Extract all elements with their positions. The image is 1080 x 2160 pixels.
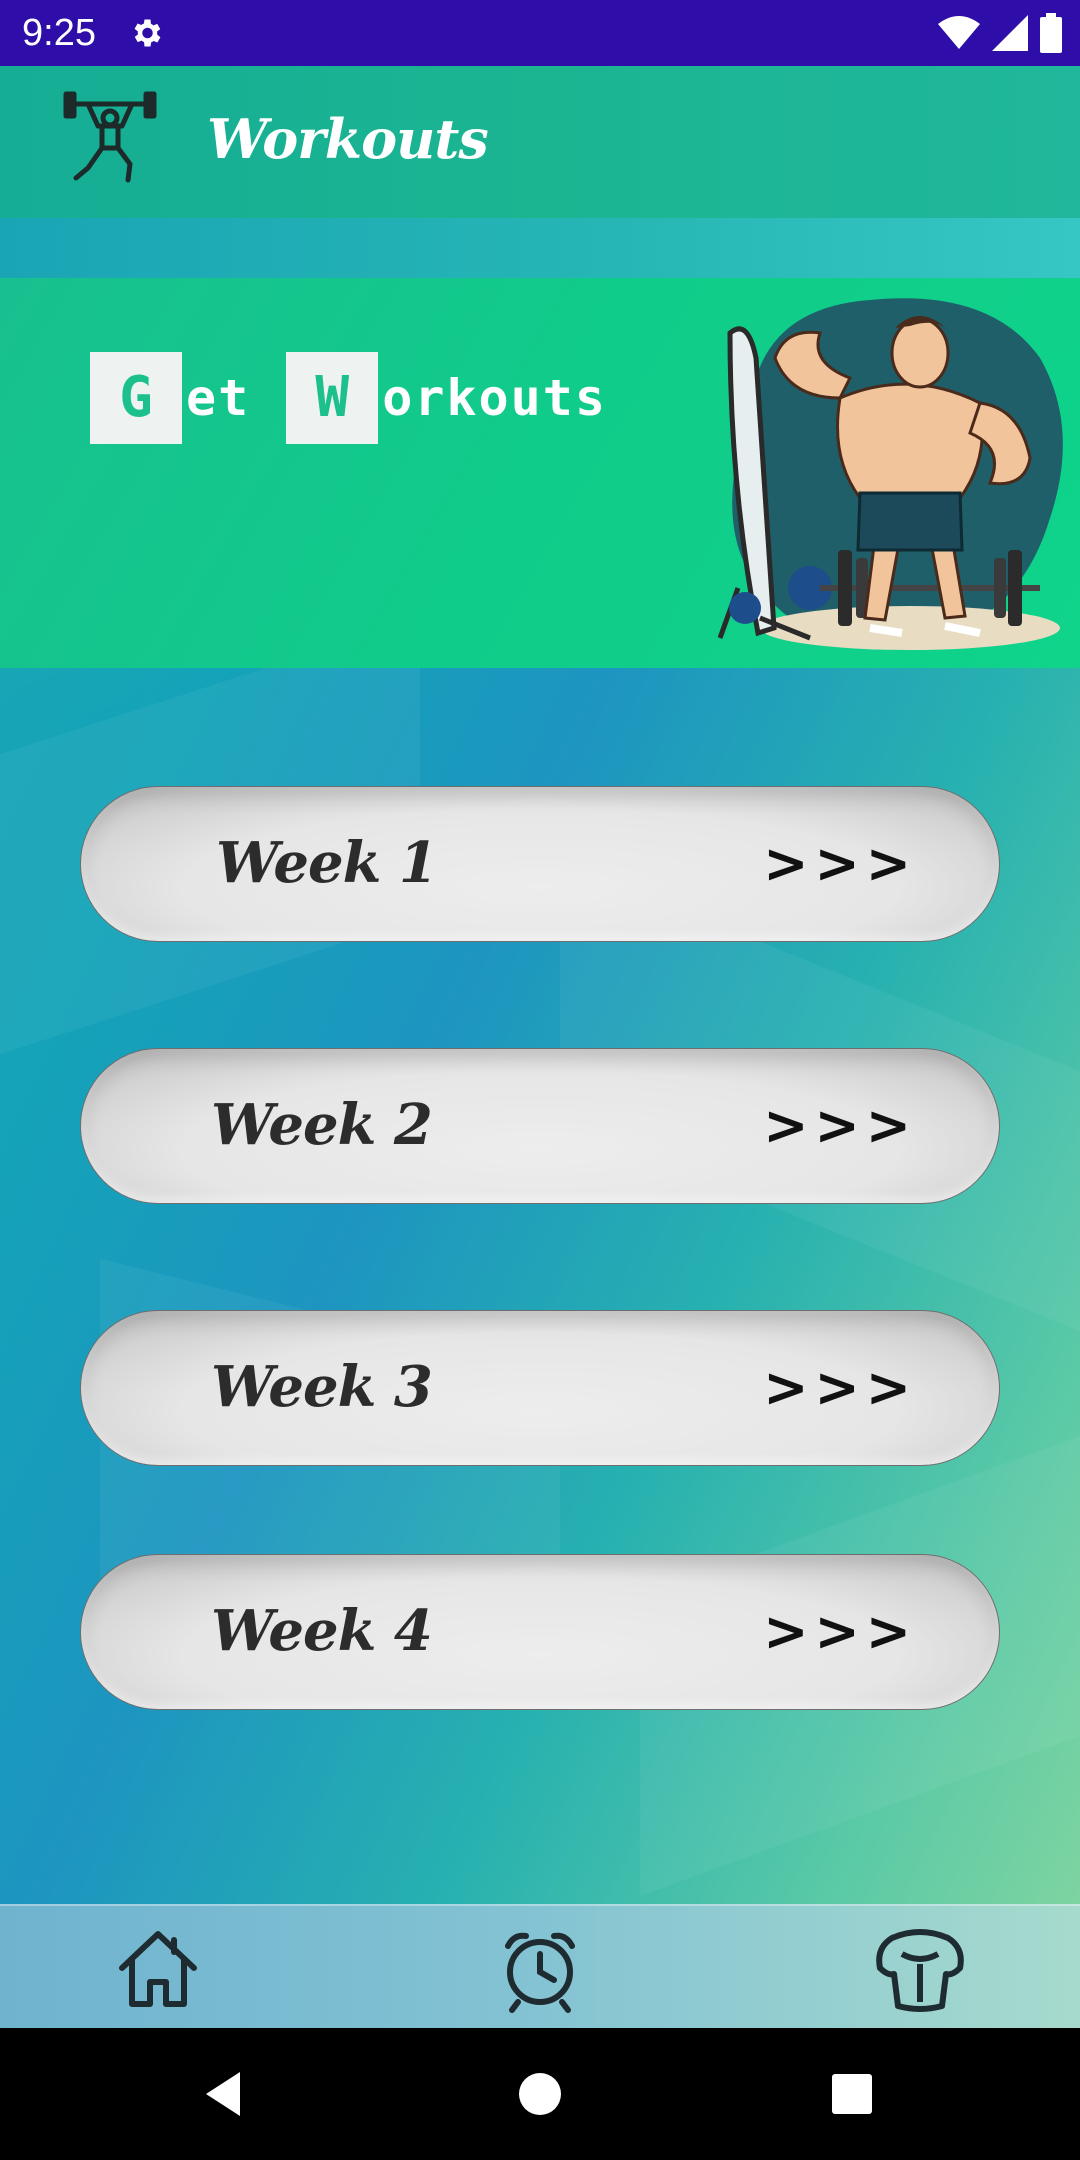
arrows-icon: >>> — [763, 1600, 917, 1663]
week-4-button[interactable]: Week 4 >>> — [80, 1554, 1000, 1710]
banner-word-workouts-rest: orkouts — [382, 369, 607, 427]
toolbar: Workouts — [0, 66, 1080, 218]
banner-title: G et W orkouts — [90, 352, 607, 444]
week-label: Week 2 — [211, 1092, 433, 1158]
bottom-nav — [0, 1904, 1080, 2028]
status-time: 9:25 — [22, 12, 96, 54]
weightlifter-icon — [63, 91, 157, 183]
arrows-icon: >>> — [763, 832, 917, 895]
wifi-icon — [938, 16, 980, 49]
system-nav-bar — [0, 2028, 1080, 2160]
week-1-button[interactable]: Week 1 >>> — [80, 786, 1000, 942]
toolbar-title: Workouts — [207, 107, 489, 171]
battery-icon — [1040, 13, 1062, 53]
week-label: Week 1 — [216, 830, 438, 896]
banner: G et W orkouts — [0, 278, 1080, 668]
status-icons — [938, 13, 1062, 53]
week-3-button[interactable]: Week 3 >>> — [80, 1310, 1000, 1466]
bodybuilder-illustration — [717, 298, 1063, 650]
arrows-icon: >>> — [763, 1356, 917, 1419]
signal-icon — [992, 15, 1028, 51]
header-strip — [0, 218, 1080, 278]
week-label: Week 3 — [211, 1354, 433, 1420]
arrows-icon: >>> — [763, 1094, 917, 1157]
home-icon[interactable] — [110, 1924, 206, 2014]
banner-word-get-rest: et — [186, 369, 251, 427]
app-screen: 9:25 Workouts G et W orkouts Week 1 >>> … — [0, 0, 1080, 2160]
week-2-button[interactable]: Week 2 >>> — [80, 1048, 1000, 1204]
alarm-clock-icon[interactable] — [492, 1924, 588, 2014]
gear-icon — [134, 19, 161, 47]
muscle-torso-icon[interactable] — [872, 1924, 968, 2014]
banner-letter-g: G — [90, 352, 182, 444]
home-circle-icon[interactable] — [512, 2066, 568, 2122]
back-icon[interactable] — [196, 2066, 252, 2122]
banner-letter-w: W — [286, 352, 379, 444]
week-label: Week 4 — [211, 1598, 433, 1664]
recents-icon[interactable] — [824, 2066, 880, 2122]
status-bar: 9:25 — [0, 0, 1080, 66]
